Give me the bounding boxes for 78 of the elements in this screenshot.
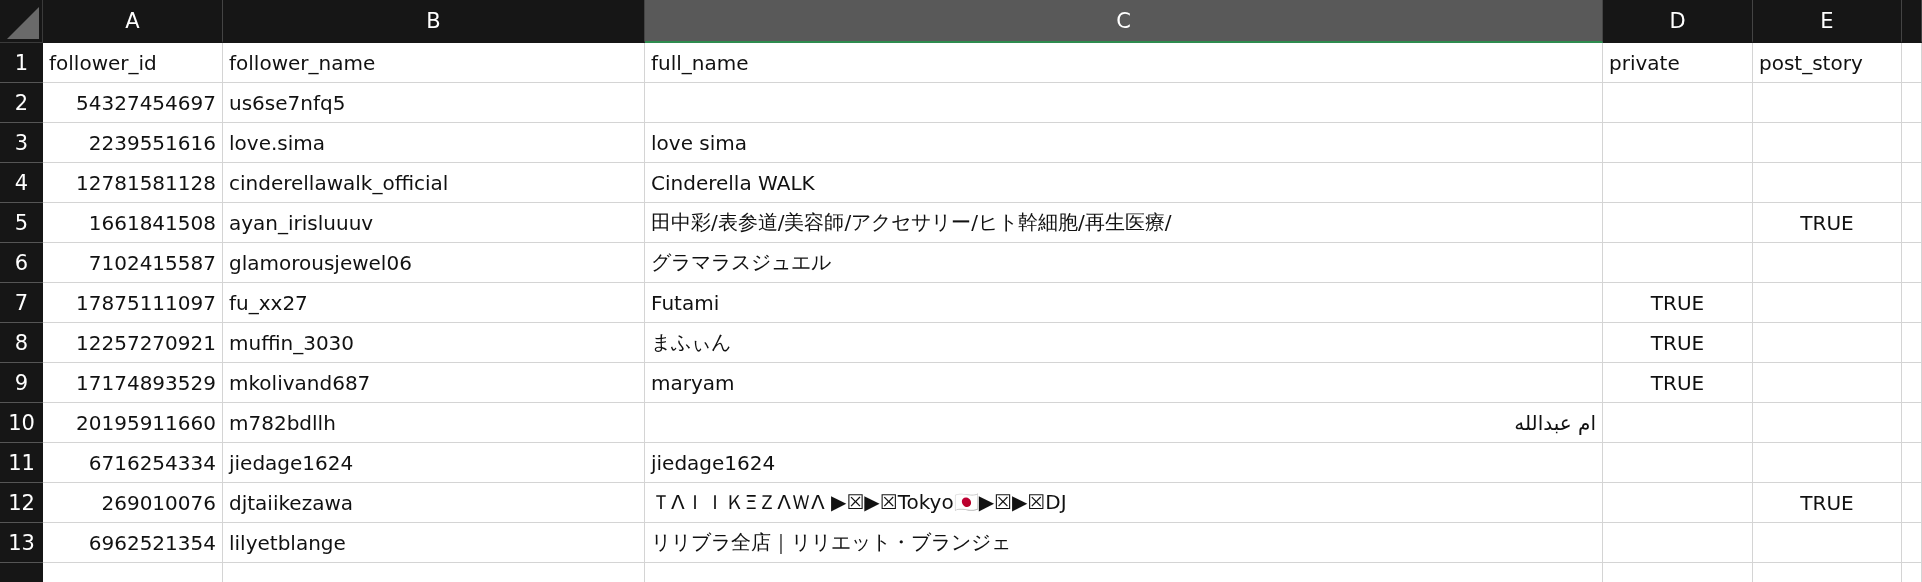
table-cell: cinderellawalk_official [223, 163, 645, 203]
table-cell: 20195911660 [43, 403, 223, 443]
table-cell: ＴΛＩＩＫΞＺΛＷΛ ▶☒▶☒Tokyo🇯🇵▶☒▶☒DJ [645, 483, 1603, 523]
table-cell: djtaiikezawa [223, 483, 645, 523]
table-cell: love sima [645, 123, 1603, 163]
table-cell: love.sima [223, 123, 645, 163]
row-header[interactable]: 11 [0, 443, 43, 483]
row-header[interactable]: 6 [0, 243, 43, 283]
column-header[interactable]: C [645, 0, 1603, 43]
row-header[interactable]: 1 [0, 43, 43, 83]
table-cell: us6se7nfq5 [223, 83, 645, 123]
table-cell: muffin_3030 [223, 323, 645, 363]
table-cell: 12781581128 [43, 163, 223, 203]
table-cell: TRUE [1603, 283, 1753, 323]
table-cell: TRUE [1753, 203, 1902, 243]
table-cell: private [1603, 43, 1753, 83]
row-header[interactable]: 9 [0, 363, 43, 403]
empty-cell [1902, 483, 1922, 523]
table-cell: 12257270921 [43, 323, 223, 363]
empty-cell [1902, 443, 1922, 483]
table-cell: maryam [645, 363, 1603, 403]
row-header[interactable]: 8 [0, 323, 43, 363]
empty-cell [1902, 83, 1922, 123]
column-header[interactable]: A [43, 0, 223, 43]
corner-triangle-icon [7, 7, 39, 39]
table-cell: 54327454697 [43, 83, 223, 123]
table-cell: 2239551616 [43, 123, 223, 163]
empty-cell [1902, 323, 1922, 363]
table-cell: TRUE [1603, 323, 1753, 363]
empty-cell [1902, 163, 1922, 203]
empty-cell [1902, 523, 1922, 563]
empty-cell [1902, 243, 1922, 283]
table-cell: m782bdllh [223, 403, 645, 443]
select-all-button[interactable] [0, 0, 43, 43]
table-cell: mkolivand687 [223, 363, 645, 403]
table-cell: ayan_irisluuuv [223, 203, 645, 243]
table-cell: glamorousjewel06 [223, 243, 645, 283]
table-cell: 7102415587 [43, 243, 223, 283]
column-header[interactable]: B [223, 0, 645, 43]
table-cell: post_story [1753, 43, 1902, 83]
empty-cell [1902, 283, 1922, 323]
row-header[interactable]: 13 [0, 523, 43, 563]
table-cell: リリブラ全店｜リリエット・ブランジェ [645, 523, 1603, 563]
table-cell: lilyetblange [223, 523, 645, 563]
table-cell: fu_xx27 [223, 283, 645, 323]
column-header[interactable] [1902, 0, 1922, 43]
table-cell: ام عبدالله [645, 403, 1603, 443]
table-cell: follower_name [223, 43, 645, 83]
table-cell: 17174893529 [43, 363, 223, 403]
table-cell: jiedage1624 [645, 443, 1603, 483]
table-cell: full_name [645, 43, 1603, 83]
table-cell: follower_id [43, 43, 223, 83]
table-cell: TRUE [1603, 363, 1753, 403]
row-header[interactable]: 4 [0, 163, 43, 203]
table-cell: 6716254334 [43, 443, 223, 483]
table-cell: TRUE [1753, 483, 1902, 523]
row-header[interactable]: 5 [0, 203, 43, 243]
column-header[interactable]: D [1603, 0, 1753, 43]
empty-cell [1902, 123, 1922, 163]
row-header[interactable]: 12 [0, 483, 43, 523]
table-cell: 6962521354 [43, 523, 223, 563]
row-header[interactable]: 10 [0, 403, 43, 443]
table-cell: Cinderella WALK [645, 163, 1603, 203]
table-cell: 17875111097 [43, 283, 223, 323]
row-header[interactable]: 3 [0, 123, 43, 163]
empty-cell [1902, 363, 1922, 403]
empty-cell [1902, 403, 1922, 443]
table-cell: まふぃん [645, 323, 1603, 363]
table-cell: 269010076 [43, 483, 223, 523]
table-cell: 1661841508 [43, 203, 223, 243]
empty-cell [1902, 203, 1922, 243]
table-cell: 田中彩/表参道/美容師/アクセサリー/ヒト幹細胞/再生医療/ [645, 203, 1603, 243]
row-header[interactable]: 7 [0, 283, 43, 323]
table-cell: Futami [645, 283, 1603, 323]
row-header[interactable]: 2 [0, 83, 43, 123]
table-cell: jiedage1624 [223, 443, 645, 483]
column-header[interactable]: E [1753, 0, 1902, 43]
table-cell: グラマラスジュエル [645, 243, 1603, 283]
